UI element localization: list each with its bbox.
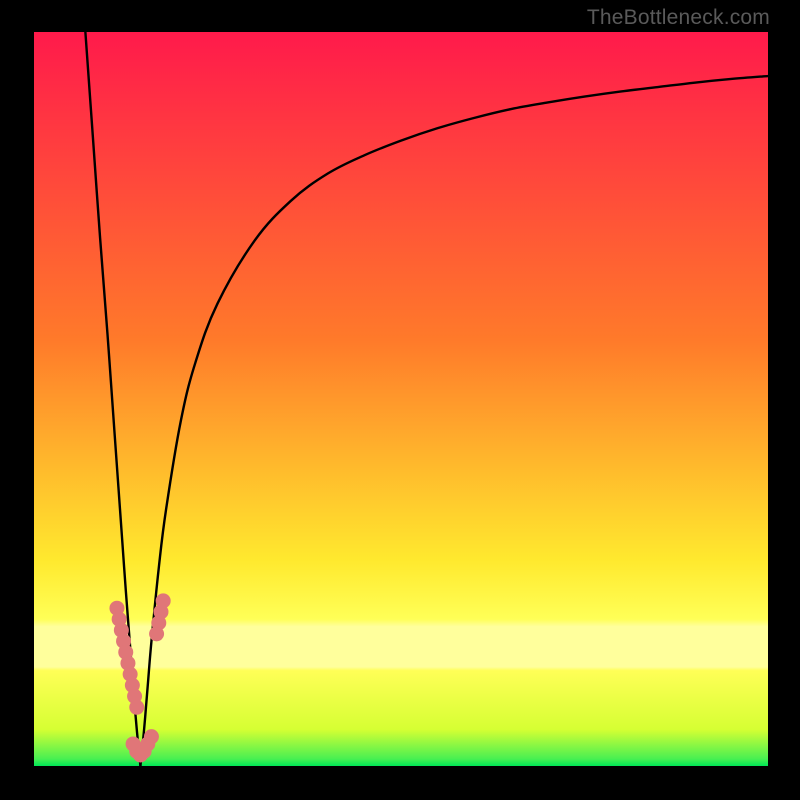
- data-marker: [144, 729, 159, 744]
- data-marker: [129, 700, 144, 715]
- plot-area: [34, 32, 768, 766]
- gradient-background: [34, 32, 768, 766]
- bottleneck-curve-chart: [34, 32, 768, 766]
- chart-frame: TheBottleneck.com: [0, 0, 800, 800]
- watermark-text: TheBottleneck.com: [587, 6, 770, 30]
- data-marker: [156, 593, 171, 608]
